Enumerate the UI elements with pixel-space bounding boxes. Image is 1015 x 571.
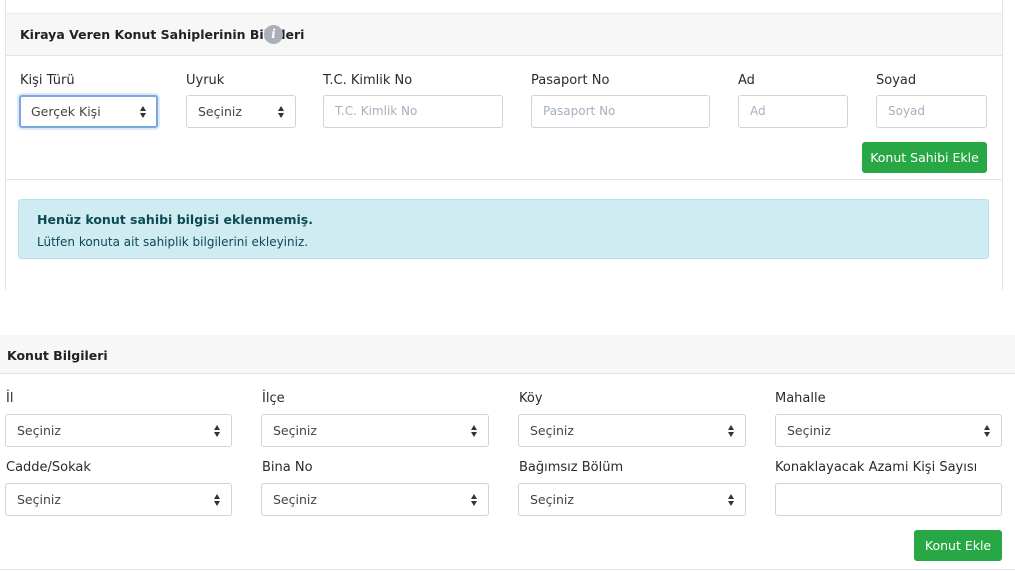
- koy-label: Köy: [519, 391, 543, 406]
- mahalle-value: Seçiniz: [787, 423, 831, 438]
- il-select[interactable]: Seçiniz: [5, 414, 232, 447]
- alert-title: Henüz konut sahibi bilgisi eklenmemiş.: [37, 212, 313, 227]
- azami-kisi-input[interactable]: [775, 483, 1002, 516]
- sort-arrows-icon: [140, 106, 147, 118]
- owners-card: Kiraya Veren Konut Sahiplerinin Bilgiler…: [5, 0, 1003, 290]
- ilce-select[interactable]: Seçiniz: [261, 414, 489, 447]
- housing-card-header: Konut Bilgileri: [0, 335, 1015, 374]
- passport-no-label: Pasaport No: [531, 73, 610, 88]
- bagimsiz-bolum-label: Bağımsız Bölüm: [519, 460, 624, 475]
- mahalle-select[interactable]: Seçiniz: [775, 414, 1002, 447]
- nationality-value: Seçiniz: [198, 104, 242, 119]
- last-name-input[interactable]: Soyad: [876, 95, 987, 128]
- owners-card-header: Kiraya Veren Konut Sahiplerinin Bilgiler…: [6, 14, 1002, 56]
- housing-card-title: Konut Bilgileri: [7, 348, 108, 363]
- last-name-placeholder: Soyad: [888, 104, 926, 118]
- last-name-label: Soyad: [876, 73, 917, 88]
- sort-arrows-icon: [728, 494, 735, 506]
- bina-no-select[interactable]: Seçiniz: [261, 483, 489, 516]
- azami-kisi-label: Konaklayacak Azami Kişi Sayısı: [775, 460, 978, 475]
- add-owner-button[interactable]: Konut Sahibi Ekle: [862, 142, 987, 173]
- alert-text: Lütfen konuta ait sahiplik bilgilerini e…: [37, 235, 309, 249]
- passport-no-input[interactable]: Pasaport No: [531, 95, 710, 128]
- housing-card-bottom-border: [0, 569, 1015, 570]
- tc-no-input[interactable]: T.C. Kimlik No: [323, 95, 503, 128]
- cadde-value: Seçiniz: [17, 492, 61, 507]
- sort-arrows-icon: [728, 425, 735, 437]
- sort-arrows-icon: [471, 494, 478, 506]
- owners-card-title: Kiraya Veren Konut Sahiplerinin Bilgiler…: [20, 27, 305, 42]
- sort-arrows-icon: [214, 494, 221, 506]
- il-label: İl: [6, 391, 14, 406]
- first-name-placeholder: Ad: [750, 104, 766, 118]
- bagimsiz-bolum-select[interactable]: Seçiniz: [518, 483, 746, 516]
- il-value: Seçiniz: [17, 423, 61, 438]
- bina-no-label: Bina No: [262, 460, 313, 475]
- person-type-label: Kişi Türü: [20, 73, 75, 88]
- mahalle-label: Mahalle: [775, 391, 826, 406]
- cadde-label: Cadde/Sokak: [6, 460, 91, 475]
- tc-no-placeholder: T.C. Kimlik No: [335, 104, 418, 118]
- tc-no-label: T.C. Kimlik No: [323, 73, 413, 88]
- first-name-input[interactable]: Ad: [738, 95, 848, 128]
- cadde-select[interactable]: Seçiniz: [5, 483, 232, 516]
- person-type-value: Gerçek Kişi: [31, 104, 101, 119]
- bagimsiz-bolum-value: Seçiniz: [530, 492, 574, 507]
- person-type-select[interactable]: Gerçek Kişi: [19, 95, 158, 128]
- sort-arrows-icon: [471, 425, 478, 437]
- passport-no-placeholder: Pasaport No: [543, 104, 616, 118]
- first-name-label: Ad: [738, 73, 755, 88]
- ilce-label: İlçe: [262, 391, 285, 406]
- sort-arrows-icon: [214, 425, 221, 437]
- bina-no-value: Seçiniz: [273, 492, 317, 507]
- no-owner-alert: Henüz konut sahibi bilgisi eklenmemiş. L…: [18, 199, 989, 259]
- info-icon[interactable]: i: [264, 25, 283, 44]
- add-housing-button[interactable]: Konut Ekle: [914, 530, 1002, 561]
- koy-value: Seçiniz: [530, 423, 574, 438]
- sort-arrows-icon: [278, 106, 285, 118]
- nationality-select[interactable]: Seçiniz: [186, 95, 296, 128]
- nationality-label: Uyruk: [186, 73, 225, 88]
- divider: [6, 179, 1002, 180]
- sort-arrows-icon: [984, 425, 991, 437]
- ilce-value: Seçiniz: [273, 423, 317, 438]
- koy-select[interactable]: Seçiniz: [518, 414, 746, 447]
